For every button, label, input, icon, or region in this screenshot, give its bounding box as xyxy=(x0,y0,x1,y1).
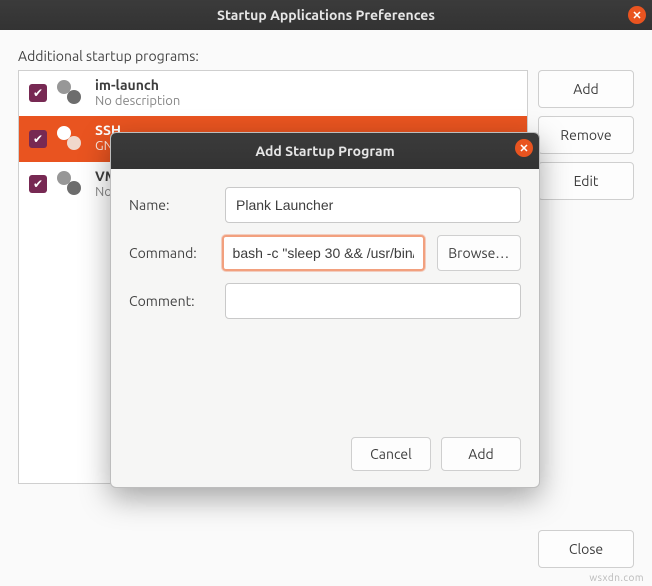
main-title: Startup Applications Preferences xyxy=(217,7,435,23)
close-icon: ✕ xyxy=(632,9,641,22)
dialog-spacer xyxy=(129,331,521,431)
check-icon: ✔ xyxy=(33,177,43,191)
gears-icon xyxy=(57,126,85,152)
browse-button-label: Browse… xyxy=(448,245,509,261)
footer: Close xyxy=(538,530,634,568)
gears-icon xyxy=(57,171,85,197)
edit-button[interactable]: Edit xyxy=(538,162,634,200)
main-close-button[interactable]: ✕ xyxy=(628,6,646,24)
dialog-add-button[interactable]: Add xyxy=(441,437,521,471)
command-label: Command: xyxy=(129,245,210,261)
check-icon: ✔ xyxy=(33,86,43,100)
checkbox[interactable]: ✔ xyxy=(29,84,47,102)
add-button-label: Add xyxy=(573,81,598,97)
dialog-close-button[interactable]: ✕ xyxy=(515,139,533,157)
section-label: Additional startup programs: xyxy=(18,48,634,64)
dialog-body: Name: Command: Browse… Comment: Cancel A… xyxy=(111,169,539,487)
gears-icon xyxy=(57,80,85,106)
command-input[interactable] xyxy=(222,235,425,271)
side-buttons: Add Remove Edit xyxy=(538,70,634,484)
add-startup-dialog: Add Startup Program ✕ Name: Command: Bro… xyxy=(110,132,540,488)
checkbox[interactable]: ✔ xyxy=(29,130,47,148)
dialog-actions: Cancel Add xyxy=(129,431,521,471)
close-button-label: Close xyxy=(569,541,603,557)
dialog-title: Add Startup Program xyxy=(255,143,394,159)
cancel-button-label: Cancel xyxy=(370,446,412,462)
name-label: Name: xyxy=(129,197,213,213)
form-row-name: Name: xyxy=(129,187,521,223)
watermark: wsxdn.com xyxy=(589,572,644,583)
remove-button-label: Remove xyxy=(560,127,611,143)
browse-button[interactable]: Browse… xyxy=(437,235,521,271)
edit-button-label: Edit xyxy=(574,173,599,189)
comment-label: Comment: xyxy=(129,293,213,309)
add-button[interactable]: Add xyxy=(538,70,634,108)
form-row-command: Command: Browse… xyxy=(129,235,521,271)
form-row-comment: Comment: xyxy=(129,283,521,319)
item-title: im-launch xyxy=(95,77,180,94)
close-button[interactable]: Close xyxy=(538,530,634,568)
main-titlebar: Startup Applications Preferences ✕ xyxy=(0,0,652,30)
remove-button[interactable]: Remove xyxy=(538,116,634,154)
item-text: im-launch No description xyxy=(95,77,180,109)
list-item[interactable]: ✔ im-launch No description xyxy=(19,71,527,116)
close-icon: ✕ xyxy=(519,142,528,155)
dialog-add-button-label: Add xyxy=(468,446,493,462)
check-icon: ✔ xyxy=(33,132,43,146)
cancel-button[interactable]: Cancel xyxy=(351,437,431,471)
checkbox[interactable]: ✔ xyxy=(29,175,47,193)
dialog-titlebar: Add Startup Program ✕ xyxy=(111,133,539,169)
name-input[interactable] xyxy=(225,187,521,223)
comment-input[interactable] xyxy=(225,283,521,319)
item-desc: No description xyxy=(95,94,180,110)
